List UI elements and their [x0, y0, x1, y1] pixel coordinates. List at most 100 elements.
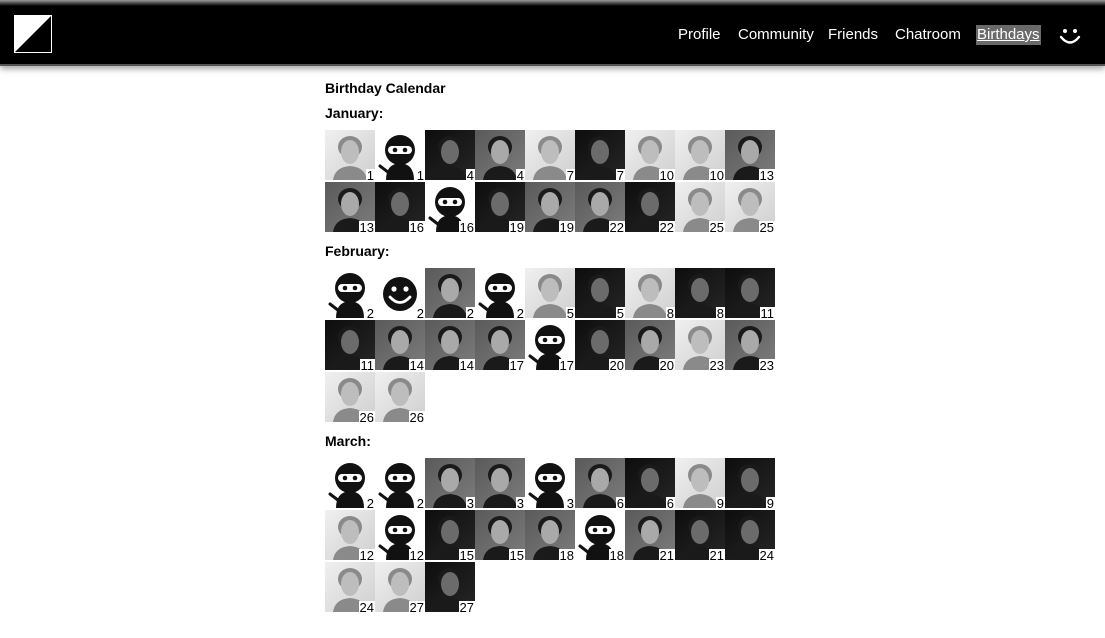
birthday-tile[interactable]: 16	[425, 182, 475, 234]
birthday-day: 12	[408, 548, 425, 562]
birthday-tile[interactable]: 16	[375, 182, 425, 234]
birthday-tile[interactable]: 3	[525, 458, 575, 510]
birthday-day: 6	[665, 496, 675, 510]
birthday-tile[interactable]: 26	[375, 372, 425, 424]
months-container: January: 1 1 4 4 7 7 10 10 13 13 16 16 19 19 22 22 25 25 Fe…	[325, 105, 785, 614]
month-label: January:	[325, 105, 384, 121]
birthday-day: 7	[565, 168, 575, 182]
birthday-tile[interactable]: 7	[575, 130, 625, 182]
birthday-tile[interactable]: 2	[375, 458, 425, 510]
birthday-tile[interactable]: 14	[375, 320, 425, 372]
nav-birthdays[interactable]: Birthdays	[976, 25, 1041, 45]
nav-friends[interactable]: Friends	[828, 25, 878, 45]
birthday-day: 2	[365, 496, 375, 510]
birthday-day: 3	[465, 496, 475, 510]
birthday-tile[interactable]: 19	[525, 182, 575, 234]
birthday-tile[interactable]: 23	[675, 320, 725, 372]
birthday-tile[interactable]: 12	[375, 510, 425, 562]
birthday-tile[interactable]: 20	[575, 320, 625, 372]
birthday-tile[interactable]: 1	[325, 130, 375, 182]
birthday-tile[interactable]: 6	[575, 458, 625, 510]
birthday-tile[interactable]: 15	[425, 510, 475, 562]
birthday-tile[interactable]: 24	[725, 510, 775, 562]
birthday-tile[interactable]: 9	[725, 458, 775, 510]
birthday-tile[interactable]: 9	[675, 458, 725, 510]
birthday-tile[interactable]: 3	[475, 458, 525, 510]
birthday-day: 10	[658, 168, 675, 182]
birthday-tile[interactable]: 21	[625, 510, 675, 562]
birthday-tile[interactable]: 2	[475, 268, 525, 320]
birthday-day: 11	[759, 306, 775, 320]
birthday-tile[interactable]: 11	[325, 320, 375, 372]
birthday-tile[interactable]: 12	[325, 510, 375, 562]
birthday-tile[interactable]: 25	[675, 182, 725, 234]
birthday-tile[interactable]: 10	[675, 130, 725, 182]
birthday-tile[interactable]: 4	[425, 130, 475, 182]
birthday-day: 14	[408, 358, 425, 372]
birthday-tile[interactable]: 26	[325, 372, 375, 424]
nav-community[interactable]: Community	[738, 25, 814, 45]
month-section: January: 1 1 4 4 7 7 10 10 13 13 16 16 19 19 22 22 25 25	[325, 105, 785, 234]
birthday-tile[interactable]: 5	[525, 268, 575, 320]
month-label: March:	[325, 433, 371, 449]
birthday-tile[interactable]: 13	[725, 130, 775, 182]
birthday-day: 4	[515, 168, 525, 182]
nav-chatroom[interactable]: Chatroom	[895, 25, 961, 45]
birthday-tile[interactable]: 18	[575, 510, 625, 562]
birthday-tile[interactable]: 22	[575, 182, 625, 234]
birthday-tile[interactable]: 27	[425, 562, 475, 614]
birthday-tile[interactable]: 3	[425, 458, 475, 510]
birthday-tile[interactable]: 23	[725, 320, 775, 372]
birthday-day: 2	[465, 306, 475, 320]
birthday-day: 14	[458, 358, 475, 372]
birthday-day: 2	[515, 306, 525, 320]
birthday-day: 2	[415, 496, 425, 510]
birthday-day: 22	[608, 220, 625, 234]
birthday-tile[interactable]: 2	[325, 268, 375, 320]
birthday-tile[interactable]: 8	[675, 268, 725, 320]
birthday-tile[interactable]: 4	[475, 130, 525, 182]
birthday-tile[interactable]: 1	[375, 130, 425, 182]
birthday-day: 3	[515, 496, 525, 510]
birthday-day: 17	[558, 358, 575, 372]
birthday-tile[interactable]: 2	[425, 268, 475, 320]
birthday-grid: 1 1 4 4 7 7 10 10 13 13 16 16 19 19 22 22 25 25	[325, 130, 785, 234]
birthday-day: 10	[708, 168, 725, 182]
birthday-tile[interactable]: 14	[425, 320, 475, 372]
birthday-tile[interactable]: 19	[475, 182, 525, 234]
birthday-tile[interactable]: 6	[625, 458, 675, 510]
birthday-tile[interactable]: 2	[375, 268, 425, 320]
birthday-day: 2	[365, 306, 375, 320]
birthday-tile[interactable]: 13	[325, 182, 375, 234]
birthday-day: 15	[458, 548, 475, 562]
birthday-day: 25	[708, 220, 725, 234]
birthday-tile[interactable]: 22	[625, 182, 675, 234]
birthday-tile[interactable]: 18	[525, 510, 575, 562]
birthday-tile[interactable]: 17	[475, 320, 525, 372]
birthday-tile[interactable]: 10	[625, 130, 675, 182]
birthday-tile[interactable]: 7	[525, 130, 575, 182]
birthday-tile[interactable]: 24	[325, 562, 375, 614]
birthday-tile[interactable]: 11	[725, 268, 775, 320]
birthday-day: 24	[758, 548, 775, 562]
birthday-grid: 2 2 2 2 5 5 8 8 11 11 14 14 17 17 20 20 23 23 26 26	[325, 268, 785, 424]
nav-profile[interactable]: Profile	[678, 25, 721, 45]
birthday-day: 1	[365, 168, 375, 182]
birthday-tile[interactable]: 27	[375, 562, 425, 614]
birthday-tile[interactable]: 15	[475, 510, 525, 562]
birthday-tile[interactable]: 25	[725, 182, 775, 234]
birthday-tile[interactable]: 2	[325, 458, 375, 510]
birthday-day: 27	[458, 600, 475, 614]
birthday-tile[interactable]: 5	[575, 268, 625, 320]
birthday-tile[interactable]: 8	[625, 268, 675, 320]
birthday-tile[interactable]: 21	[675, 510, 725, 562]
birthday-day: 16	[458, 220, 475, 234]
month-section: March: 2 2 3 3 3 6 6 9 9 12 12 15 15 18 18 21 21 24 24 27 27	[325, 433, 785, 614]
site-logo-icon[interactable]	[14, 15, 52, 53]
birthday-day: 27	[408, 600, 425, 614]
birthday-tile[interactable]: 20	[625, 320, 675, 372]
user-smiley-icon[interactable]	[1058, 24, 1082, 48]
birthday-tile[interactable]: 17	[525, 320, 575, 372]
birthday-day: 13	[358, 220, 375, 234]
birthday-day: 19	[508, 220, 525, 234]
